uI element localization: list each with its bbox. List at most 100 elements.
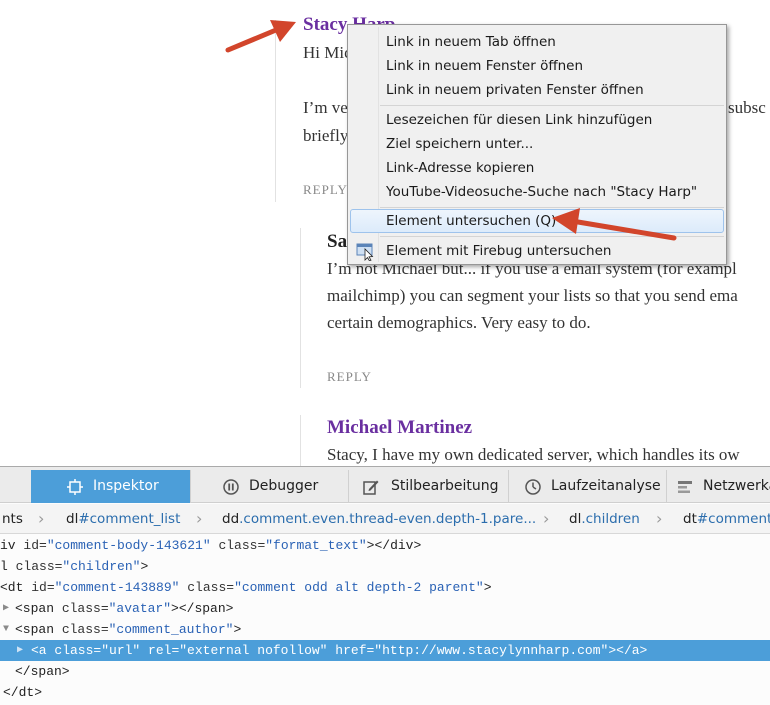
breadcrumb-tag: dl	[66, 511, 79, 527]
attr-name: id=	[23, 538, 47, 553]
breadcrumb-item[interactable]: dd.comment.even.thread-even.depth-1.pare…	[222, 504, 537, 533]
breadcrumb-item[interactable]: nts	[2, 504, 23, 533]
expand-triangle-icon[interactable]: ▶	[17, 640, 23, 661]
comment-thread-line	[300, 228, 301, 388]
comment-text: mailchimp) you can segment your lists so…	[327, 286, 738, 305]
comment-thread-line	[300, 415, 301, 466]
expand-triangle-icon[interactable]: ▶	[3, 598, 9, 619]
tab-label: Inspektor	[93, 478, 159, 494]
tab-performance[interactable]: Laufzeitanalyse	[508, 470, 666, 503]
breadcrumb-class: .comment.even.thread-even.depth-1.pare..…	[239, 511, 537, 527]
attr-name: class=	[61, 622, 109, 637]
node-tag: >	[140, 559, 149, 574]
reply-link[interactable]: REPLY	[327, 369, 372, 385]
tab-label: Debugger	[249, 478, 319, 494]
attr-name: class=	[210, 538, 266, 553]
comment-text: Hi Mic	[303, 43, 352, 62]
attr-name: class=	[54, 643, 102, 658]
menu-separator	[380, 236, 724, 237]
devtools-toolbar: Inspektor Debugger Stilbearbeitung Laufz…	[0, 467, 770, 503]
markup-node[interactable]: ▼ <span class="comment_author">	[0, 619, 770, 640]
tab-network[interactable]: Netzwerka	[666, 470, 770, 503]
attr-value: "http://www.stacylynnharp.com"	[374, 643, 609, 658]
breadcrumb-chevron-icon: ›	[656, 509, 663, 528]
firebug-inspect-icon	[356, 243, 374, 261]
collapse-triangle-icon[interactable]: ▼	[3, 619, 9, 640]
menu-item-youtube-search[interactable]: YouTube-Videosuche-Suche nach "Stacy Har…	[350, 180, 724, 204]
menu-item-bookmark-link[interactable]: Lesezeichen für diesen Link hinzufügen	[350, 108, 724, 132]
attr-name: class=	[15, 559, 63, 574]
markup-node[interactable]: </span>	[0, 661, 770, 682]
breadcrumb-class: #comment	[696, 511, 770, 527]
menu-item-open-private-window[interactable]: Link in neuem privaten Fenster öffnen	[350, 78, 724, 102]
tab-debugger[interactable]: Debugger	[190, 470, 348, 503]
comment-author-link[interactable]: Michael Martinez	[327, 417, 472, 439]
breadcrumb-tag: dt	[683, 511, 697, 527]
markup-node-selected[interactable]: ▶ <a class="url" rel="external nofollow"…	[0, 640, 770, 661]
breadcrumb-item[interactable]: dl#comment_list	[66, 504, 181, 533]
menu-item-save-target[interactable]: Ziel speichern unter...	[350, 132, 724, 156]
node-tag: <span	[15, 601, 62, 616]
markup-node[interactable]: </dt>	[0, 682, 770, 703]
comment-text: I’m ve	[303, 98, 348, 117]
node-tag: </span>	[15, 664, 70, 679]
node-tag: >	[483, 580, 492, 595]
menu-item-open-new-window[interactable]: Link in neuem Fenster öffnen	[350, 54, 724, 78]
menu-separator	[380, 207, 724, 208]
comment-text: Stacy, I have my own dedicated server, w…	[327, 445, 740, 464]
attr-value: "url"	[101, 643, 141, 658]
comment-thread-line	[275, 20, 276, 202]
breadcrumb-tag: dd	[222, 511, 240, 527]
attr-name: href=	[327, 643, 375, 658]
reply-link[interactable]: REPLY	[303, 182, 348, 198]
attr-name: id=	[31, 580, 55, 595]
menu-item-inspect-element[interactable]: Element untersuchen (Q)	[350, 209, 724, 233]
attr-value: "avatar"	[108, 601, 172, 616]
attr-value: "children"	[62, 559, 141, 574]
markup-node[interactable]: <dt id="comment-143889" class="comment o…	[0, 577, 770, 598]
inspector-icon	[67, 479, 83, 495]
menu-separator	[380, 105, 724, 106]
comment-author[interactable]: Sa	[327, 231, 347, 253]
menu-item-copy-link[interactable]: Link-Adresse kopieren	[350, 156, 724, 180]
markup-node[interactable]: ▶ <span class="avatar"></span>	[0, 598, 770, 619]
node-tag: iv	[0, 538, 24, 553]
tab-label: Laufzeitanalyse	[551, 478, 661, 494]
tab-style-editor[interactable]: Stilbearbeitung	[348, 470, 508, 503]
node-tag: </dt>	[3, 685, 43, 700]
markup-node[interactable]: l class="children">	[0, 556, 770, 577]
breadcrumb-item[interactable]: dl.children	[569, 504, 640, 533]
tab-label: Netzwerka	[703, 478, 770, 494]
breadcrumb-class: #comment_list	[78, 511, 181, 527]
context-menu: Link in neuem Tab öffnen Link in neuem F…	[347, 24, 727, 265]
attr-value: "format_text"	[265, 538, 367, 553]
node-tag: l	[0, 559, 16, 574]
comment-text: subsc	[728, 98, 766, 117]
attr-name: class=	[179, 580, 235, 595]
node-tag: >	[233, 622, 242, 637]
menu-item-inspect-firebug[interactable]: Element mit Firebug untersuchen	[350, 239, 724, 263]
comment-text: certain demographics. Very easy to do.	[327, 313, 591, 332]
breadcrumb-tag: nts	[2, 511, 23, 527]
menu-item-open-new-tab[interactable]: Link in neuem Tab öffnen	[350, 30, 724, 54]
attr-value: "comment-143889"	[54, 580, 180, 595]
breadcrumb-chevron-icon: ›	[38, 509, 45, 528]
performance-icon	[525, 479, 541, 495]
markup-view: iv id="comment-body-143621" class="forma…	[0, 535, 770, 705]
menu-item-label: Element mit Firebug untersuchen	[386, 243, 612, 259]
tab-label: Stilbearbeitung	[391, 478, 499, 494]
node-tag: <dt	[0, 580, 32, 595]
breadcrumb-tag: dl	[569, 511, 582, 527]
breadcrumb-chevron-icon: ›	[543, 509, 550, 528]
style-editor-icon	[363, 480, 379, 495]
tab-inspector[interactable]: Inspektor	[31, 470, 190, 503]
breadcrumb-class: .children	[581, 511, 640, 527]
markup-node[interactable]: iv id="comment-body-143621" class="forma…	[0, 535, 770, 556]
attr-name: rel=	[140, 643, 180, 658]
network-icon	[678, 481, 692, 493]
attr-value: "comment-body-143621"	[46, 538, 211, 553]
breadcrumb-chevron-icon: ›	[196, 509, 203, 528]
comment-text: briefly	[303, 126, 349, 145]
breadcrumb-item[interactable]: dt#comment	[683, 504, 770, 533]
devtools-panel: Inspektor Debugger Stilbearbeitung Laufz…	[0, 466, 770, 705]
